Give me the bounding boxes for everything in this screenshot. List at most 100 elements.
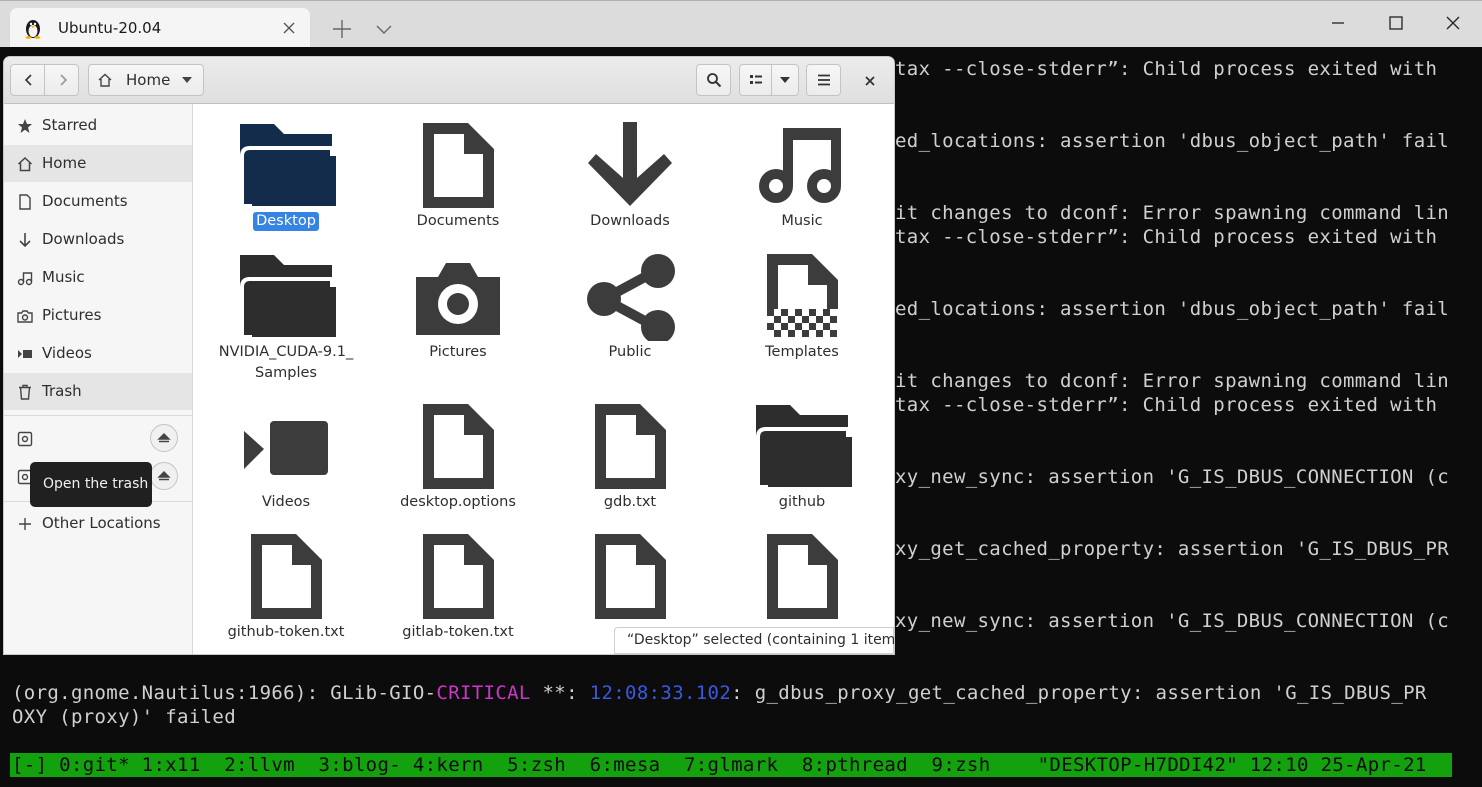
terminal-line: xy_new_sync: assertion 'G_IS_DBUS_CONNEC… <box>895 466 1450 488</box>
close-tab-icon[interactable] <box>278 17 300 39</box>
terminal-line: it changes to dconf: Error spawning comm… <box>895 202 1450 224</box>
home-icon <box>98 73 112 87</box>
list-view-button[interactable] <box>739 64 772 96</box>
terminal-line: xy_get_cached_property: assertion 'G_IS_… <box>895 538 1450 560</box>
eject-button[interactable] <box>150 424 178 452</box>
file-grid: Desktop Documents Downloads Music NVIDIA… <box>194 104 894 654</box>
terminal-line: tax --close-stderr”: Child process exite… <box>895 58 1438 80</box>
close-icon[interactable] <box>860 71 880 91</box>
terminal-tab[interactable]: Ubuntu-20.04 <box>10 8 310 48</box>
download-icon <box>588 122 672 206</box>
file-name: github-token.txt <box>227 624 345 640</box>
document-icon <box>423 123 494 208</box>
sidebar-item-trash[interactable]: Trash <box>4 373 192 410</box>
eject-icon <box>157 471 171 481</box>
eject-button[interactable] <box>150 462 178 490</box>
file-item-music[interactable]: Music <box>716 122 888 231</box>
file-name: desktop.options <box>400 494 516 510</box>
search-icon <box>707 73 722 88</box>
eject-icon <box>157 433 171 443</box>
plus-icon[interactable] <box>328 15 356 43</box>
minimize-icon[interactable] <box>1326 11 1350 35</box>
path-bar-home[interactable]: Home <box>88 64 204 96</box>
terminal-titlebar: Ubuntu-20.04 <box>0 0 1482 48</box>
plus-icon <box>19 518 31 530</box>
folder-icon <box>240 255 336 339</box>
tab-title: Ubuntu-20.04 <box>58 19 162 37</box>
camera-icon <box>17 310 33 323</box>
sidebar-item-videos[interactable]: Videos <box>4 335 192 372</box>
folder-icon <box>240 124 336 208</box>
file-name: gitlab-token.txt <box>402 624 514 640</box>
maximize-icon[interactable] <box>1384 11 1408 35</box>
terminal-line: tax --close-stderr”: Child process exite… <box>895 226 1438 248</box>
file-item-videos[interactable]: Videos <box>200 403 372 512</box>
file-item-github-token[interactable]: github-token.txt <box>200 533 372 642</box>
file-item-gdb-txt[interactable]: gdb.txt <box>544 403 716 512</box>
sidebar-item-home[interactable]: Home <box>4 145 192 182</box>
file-item[interactable] <box>544 533 716 640</box>
file-item-public[interactable]: Public <box>544 253 716 362</box>
sidebar-item-label: Other Locations <box>42 514 161 532</box>
sidebar-item-drive[interactable] <box>4 420 192 457</box>
file-name: github <box>778 494 826 510</box>
tmux-status-bar: [-] 0:git* 1:x11 2:llvm 3:blog- 4:kern 5… <box>10 753 1452 777</box>
file-item-nvidia-cuda[interactable]: NVIDIA_CUDA-9.1_ Samples <box>200 253 372 383</box>
chevron-down-icon[interactable] <box>370 15 398 43</box>
file-item[interactable] <box>716 533 888 640</box>
trash-icon <box>19 384 31 400</box>
terminal-line: ed_locations: assertion 'dbus_object_pat… <box>895 298 1450 320</box>
sidebar-item-other-locations[interactable]: Other Locations <box>4 505 192 542</box>
terminal-line: it changes to dconf: Error spawning comm… <box>895 370 1450 392</box>
home-icon <box>17 156 33 172</box>
log-stars: **: <box>530 682 590 704</box>
file-name: Templates <box>765 344 839 360</box>
file-icon <box>767 534 838 619</box>
document-icon <box>19 194 31 210</box>
sidebar-item-pictures[interactable]: Pictures <box>4 297 192 334</box>
hamburger-icon <box>818 74 830 86</box>
view-options-button[interactable] <box>771 64 799 96</box>
sidebar-item-downloads[interactable]: Downloads <box>4 221 192 258</box>
close-window-icon[interactable] <box>1441 11 1465 35</box>
header-bar: Home <box>4 57 894 104</box>
chevron-left-icon <box>24 74 32 86</box>
terminal-line: tax --close-stderr”: Child process exite… <box>895 394 1438 416</box>
log-timestamp: 12:08:33.102 <box>589 682 732 704</box>
sidebar-item-label: Music <box>42 268 85 286</box>
file-item-github[interactable]: github <box>716 403 888 512</box>
sidebar-item-starred[interactable]: Starred <box>4 107 192 144</box>
file-item-desktop-options[interactable]: desktop.options <box>372 403 544 512</box>
file-item-gitlab-token[interactable]: gitlab-token.txt <box>372 533 544 642</box>
tooltip-text: Open the trash <box>43 476 149 492</box>
file-name: Music <box>781 213 823 229</box>
file-icon <box>423 534 494 619</box>
search-button[interactable] <box>696 64 731 96</box>
linux-penguin-icon <box>25 20 41 39</box>
folder-icon <box>756 405 852 489</box>
hamburger-menu-button[interactable] <box>806 64 841 96</box>
log-prefix: (org.gnome.Nautilus:1966): GLib-GIO- <box>12 682 437 704</box>
sidebar-item-documents[interactable]: Documents <box>4 183 192 220</box>
terminal-line-critical: (org.gnome.Nautilus:1966): GLib-GIO-CRIT… <box>12 682 1427 704</box>
file-item-desktop[interactable]: Desktop <box>200 122 372 231</box>
terminal-line: ed_locations: assertion 'dbus_object_pat… <box>895 130 1450 152</box>
back-button[interactable] <box>10 64 45 96</box>
file-icon <box>595 404 666 489</box>
file-item-documents[interactable]: Documents <box>372 122 544 231</box>
sidebar-item-music[interactable]: Music <box>4 259 192 296</box>
file-item-pictures[interactable]: Pictures <box>372 253 544 362</box>
places-sidebar: Starred Home Documents Downloads Music P… <box>4 104 193 654</box>
sidebar-separator <box>4 415 192 416</box>
file-name: NVIDIA_CUDA-9.1_ <box>218 344 354 360</box>
dropdown-arrow-icon <box>182 77 192 83</box>
music-icon <box>17 272 33 286</box>
file-item-downloads[interactable]: Downloads <box>544 122 716 231</box>
file-item-templates[interactable]: Templates <box>716 253 888 362</box>
download-icon <box>19 233 31 248</box>
camera-icon <box>416 263 500 335</box>
log-level: CRITICAL <box>436 682 531 704</box>
forward-button[interactable] <box>44 64 79 96</box>
file-name: Videos <box>261 494 311 510</box>
template-icon <box>767 254 838 337</box>
